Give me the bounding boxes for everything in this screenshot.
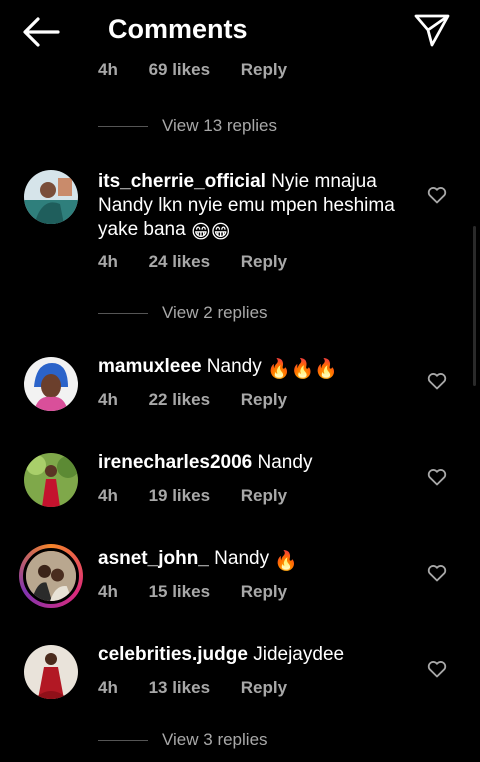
comment-meta: 4h 22 likes Reply: [98, 390, 313, 410]
comment-time: 4h: [98, 252, 118, 271]
comment-time: 4h: [98, 390, 118, 409]
avatar[interactable]: [24, 170, 78, 224]
comment-emoji: 🔥🔥🔥: [267, 359, 338, 380]
scrollbar[interactable]: [473, 226, 476, 386]
comment-text: its_cherrie_official Nyie mnajua Nandy l…: [98, 170, 398, 245]
comment-meta: 4h 13 likes Reply: [98, 678, 313, 698]
comment-likes[interactable]: 22 likes: [149, 390, 210, 410]
comment-time: 4h: [98, 60, 118, 79]
comment-time: 4h: [98, 678, 118, 697]
comment-emoji: 🔥: [274, 551, 299, 572]
comment-time: 4h: [98, 582, 118, 601]
comment-meta: 4h 19 likes Reply: [98, 486, 313, 506]
comment-likes[interactable]: 24 likes: [149, 252, 210, 272]
reply-button[interactable]: Reply: [241, 60, 287, 80]
comment-username[interactable]: irenecharles2006: [98, 452, 252, 473]
comment-username[interactable]: its_cherrie_official: [98, 171, 266, 192]
avatar[interactable]: [24, 453, 78, 507]
comment-username[interactable]: mamuxleee: [98, 356, 202, 377]
share-button[interactable]: [412, 12, 452, 48]
heart-icon[interactable]: [427, 372, 447, 390]
avatar-image: [24, 170, 78, 224]
avatar-story-ring[interactable]: [19, 544, 83, 608]
comment-text: mamuxleee Nandy 🔥🔥🔥: [98, 355, 398, 382]
reply-button[interactable]: Reply: [241, 252, 287, 272]
paper-plane-icon: [414, 14, 450, 47]
reply-button[interactable]: Reply: [241, 486, 287, 506]
avatar[interactable]: [24, 357, 78, 411]
view-replies-label: View 3 replies: [162, 730, 268, 749]
divider-line: [98, 125, 148, 127]
avatar[interactable]: [24, 645, 78, 699]
comment-likes[interactable]: 69 likes: [149, 60, 210, 80]
divider-line: [98, 312, 148, 314]
avatar: [23, 548, 79, 604]
reply-button[interactable]: Reply: [241, 678, 287, 698]
avatar-image: [24, 645, 78, 699]
view-replies-link[interactable]: View 3 replies: [98, 728, 268, 752]
reply-button[interactable]: Reply: [241, 582, 287, 602]
divider-line: [98, 739, 148, 741]
view-replies-link[interactable]: View 2 replies: [98, 301, 268, 325]
view-replies-link[interactable]: View 13 replies: [98, 114, 277, 138]
comment-body: Nandy: [257, 452, 313, 473]
heart-icon[interactable]: [427, 468, 447, 486]
heart-icon[interactable]: [427, 186, 447, 204]
view-replies-label: View 2 replies: [162, 303, 268, 322]
comment-likes[interactable]: 15 likes: [149, 582, 210, 602]
avatar-image: [24, 357, 78, 411]
comment-username[interactable]: celebrities.judge: [98, 644, 248, 665]
heart-icon[interactable]: [427, 564, 447, 582]
comment-text: irenecharles2006 Nandy: [98, 451, 398, 475]
comment-meta: 4h 15 likes Reply: [98, 582, 313, 602]
arrow-left-icon: [23, 17, 60, 47]
comment-likes[interactable]: 13 likes: [149, 678, 210, 698]
view-replies-label: View 13 replies: [162, 116, 277, 135]
comment-body: Nandy: [206, 356, 262, 377]
avatar-image: [24, 453, 78, 507]
comment-likes[interactable]: 19 likes: [149, 486, 210, 506]
comment-emoji: 😁😁: [190, 222, 231, 243]
heart-icon[interactable]: [427, 660, 447, 678]
comment-body: Jidejaydee: [253, 644, 345, 665]
back-button[interactable]: [18, 12, 64, 52]
comment-username[interactable]: asnet_john_: [98, 548, 209, 569]
page-title: Comments: [108, 14, 248, 44]
comment-text: asnet_john_ Nandy 🔥: [98, 547, 398, 574]
comment-body: Nandy: [214, 548, 270, 569]
comment-text: celebrities.judge Jidejaydee: [98, 643, 398, 667]
comment-meta: 4h 24 likes Reply: [98, 252, 313, 272]
reply-button[interactable]: Reply: [241, 390, 287, 410]
header-bar: Comments: [0, 0, 480, 62]
previous-comment-meta: 4h 69 likes Reply: [98, 60, 313, 86]
avatar-image: [26, 551, 76, 601]
comment-time: 4h: [98, 486, 118, 505]
